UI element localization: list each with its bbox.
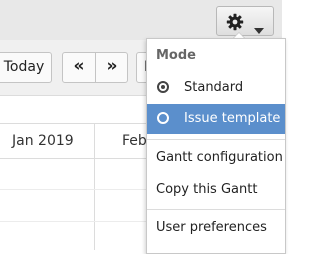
month-header-cell: Feb <box>122 133 147 149</box>
chevron-down-icon <box>254 19 264 38</box>
menu-item-label: Copy this Gantt <box>156 182 258 197</box>
previous-period-button[interactable]: « <box>63 53 96 82</box>
menu-item-label: Gantt configuration <box>156 150 283 165</box>
month-header-cell: Jan 2019 <box>12 133 74 149</box>
menu-divider <box>147 209 285 210</box>
period-navigation: « » <box>62 52 128 83</box>
mode-option-issue-template[interactable]: Issue template <box>147 104 285 134</box>
copy-gantt-item[interactable]: Copy this Gantt <box>147 175 285 205</box>
mode-option-label: Issue template <box>184 111 281 126</box>
radio-selected-icon <box>157 81 169 93</box>
mode-option-standard[interactable]: Standard <box>147 73 285 103</box>
today-button[interactable]: Today <box>0 52 52 83</box>
settings-dropdown-menu: Mode Standard Issue template Gantt confi… <box>146 38 286 254</box>
radio-unselected-icon <box>157 112 169 124</box>
mode-header: Mode <box>156 48 196 63</box>
menu-item-label: User preferences <box>156 220 267 235</box>
menu-divider <box>147 139 285 140</box>
mode-option-label: Standard <box>184 80 244 95</box>
user-preferences-item[interactable]: User preferences <box>147 213 285 243</box>
gantt-configuration-item[interactable]: Gantt configuration <box>147 143 285 173</box>
column-divider <box>94 123 95 250</box>
next-period-button[interactable]: » <box>96 53 128 82</box>
